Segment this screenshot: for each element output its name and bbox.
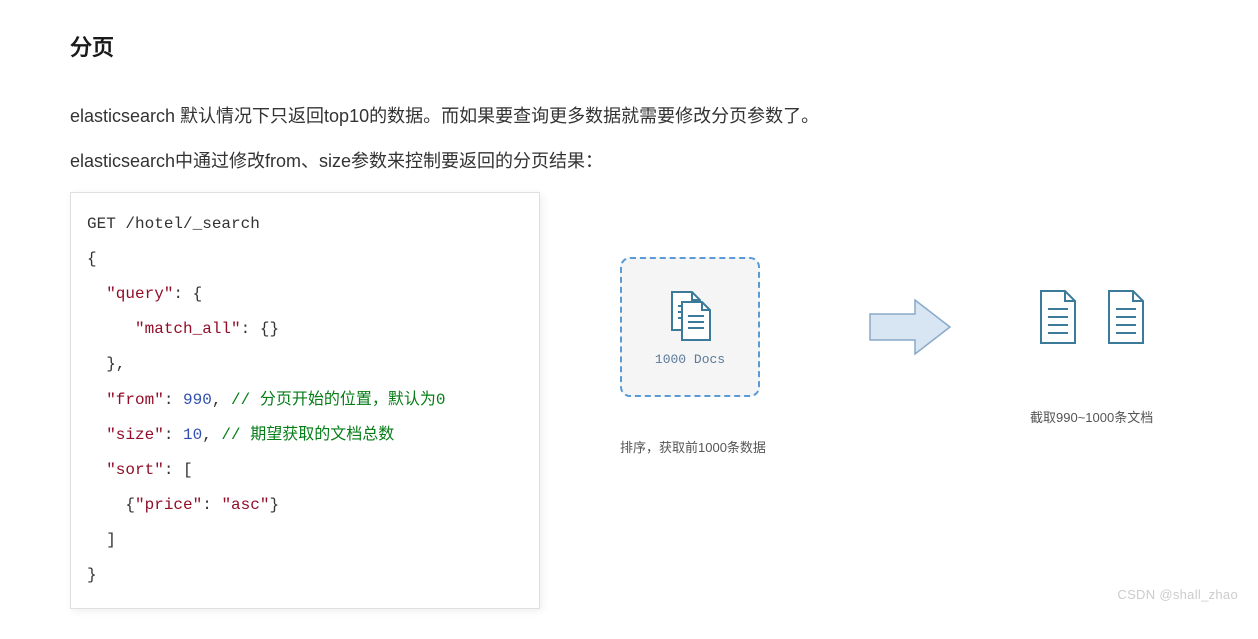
- intro-paragraph-2: elasticsearch中通过修改from、size参数来控制要返回的分页结果…: [70, 147, 1188, 176]
- code-val-size: 10: [183, 426, 202, 444]
- code-brace-close: }: [87, 566, 97, 584]
- page-heading: 分页: [70, 30, 1188, 62]
- code-val-from: 990: [183, 391, 212, 409]
- code-key-query: "query": [106, 285, 173, 303]
- code-brace-open: {: [87, 250, 97, 268]
- diagram-area: 1000 Docs 排序，获取前1000条数据: [580, 192, 1188, 572]
- caption-slice: 截取990~1000条文档: [1030, 407, 1153, 426]
- code-comment-size: // 期望获取的文档总数: [221, 426, 394, 444]
- watermark-text: CSDN @shall_zhao: [1117, 587, 1238, 602]
- docs-count-label: 1000 Docs: [655, 352, 725, 367]
- docs-source-box: 1000 Docs: [620, 257, 760, 397]
- code-key-sort: "sort": [106, 461, 164, 479]
- document-icon: [1033, 287, 1083, 347]
- code-key-price: "price": [135, 496, 202, 514]
- code-block: GET /hotel/_search { "query": { "match_a…: [70, 192, 540, 609]
- intro-paragraph-1: elasticsearch 默认情况下只返回top10的数据。而如果要查询更多数…: [70, 102, 1188, 131]
- code-comment-from: // 分页开始的位置，默认为0: [231, 391, 445, 409]
- code-key-match-all: "match_all": [135, 320, 241, 338]
- caption-sort: 排序，获取前1000条数据: [620, 437, 766, 456]
- documents-stack-icon: [660, 286, 720, 346]
- code-key-size: "size": [106, 426, 164, 444]
- code-key-from: "from": [106, 391, 164, 409]
- code-line-request: GET /hotel/_search: [87, 215, 260, 233]
- result-docs-group: [1030, 287, 1153, 347]
- document-icon: [1101, 287, 1151, 347]
- arrow-icon: [865, 292, 955, 367]
- code-val-asc: "asc": [221, 496, 269, 514]
